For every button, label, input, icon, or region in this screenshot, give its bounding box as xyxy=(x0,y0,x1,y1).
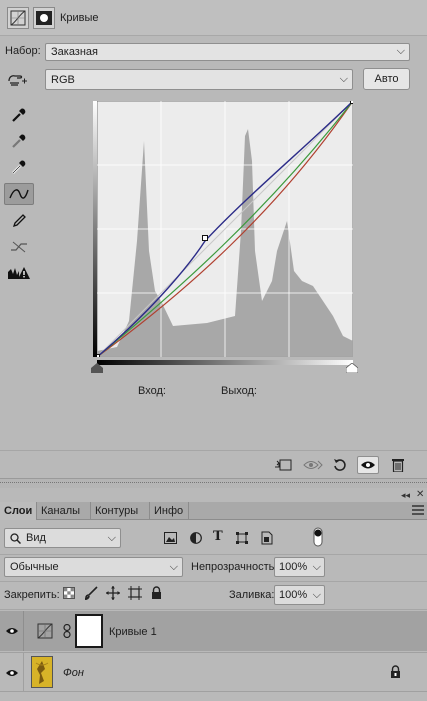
chevron-down-icon: ⌵ xyxy=(312,561,321,573)
lock-label: Закрепить: xyxy=(4,589,60,601)
tab-layers[interactable]: Слои xyxy=(0,502,37,520)
gray-point-eyedropper-icon[interactable] xyxy=(4,130,34,152)
channel-value: RGB xyxy=(51,73,75,86)
lock-all-icon[interactable] xyxy=(151,586,162,599)
preset-value: Заказная xyxy=(51,46,99,58)
output-label: Выход: xyxy=(221,385,257,397)
smart-object-filter-icon[interactable] xyxy=(261,531,273,545)
curve-control-point xyxy=(350,101,353,104)
adjustment-filter-icon[interactable] xyxy=(190,532,202,544)
curve-point-tool-icon[interactable] xyxy=(4,183,34,205)
link-chain-icon[interactable] xyxy=(63,624,71,638)
trash-icon[interactable] xyxy=(387,456,409,474)
curve-control-point xyxy=(97,354,100,357)
filter-toggle-icon[interactable] xyxy=(313,527,323,547)
layer-image-thumbnail[interactable] xyxy=(31,656,53,688)
eye-icon[interactable] xyxy=(5,626,19,636)
divider xyxy=(0,554,427,555)
pencil-draw-icon[interactable] xyxy=(4,210,34,232)
close-panel-icon[interactable]: ✕ xyxy=(416,489,424,500)
black-point-slider[interactable] xyxy=(91,363,103,373)
lock-position-icon[interactable] xyxy=(106,586,120,600)
shape-filter-icon[interactable] xyxy=(236,532,248,544)
white-point-eyedropper-icon[interactable] xyxy=(4,156,34,178)
view-previous-state-icon[interactable] xyxy=(302,456,324,474)
fill-input[interactable]: 100% ⌵ xyxy=(274,585,325,605)
black-point-eyedropper-icon[interactable] xyxy=(4,104,34,126)
chevron-down-icon: ⌵ xyxy=(312,589,321,601)
tab-channels[interactable]: Каналы xyxy=(37,502,91,520)
target-adjustment-hand-icon[interactable] xyxy=(6,72,28,88)
filter-kind-value: Вид xyxy=(26,532,46,544)
smooth-curve-icon[interactable] xyxy=(4,236,34,258)
clipping-warning-icon[interactable] xyxy=(4,262,34,284)
lock-transparent-pixels-icon[interactable] xyxy=(63,587,75,599)
panel-menu-icon[interactable] xyxy=(412,505,424,515)
layer-mask-thumbnail[interactable] xyxy=(75,614,103,648)
divider xyxy=(0,450,427,451)
toggle-visibility-icon[interactable] xyxy=(357,456,379,474)
chevron-down-icon: ⌵ xyxy=(339,73,348,85)
chevron-down-icon: ⌵ xyxy=(396,45,405,57)
grip-dots xyxy=(0,482,427,484)
filter-kind-select[interactable]: Вид ⌵ xyxy=(4,528,121,548)
preset-label: Набор: xyxy=(5,45,41,57)
divider xyxy=(0,609,427,610)
reset-icon[interactable] xyxy=(329,456,351,474)
opacity-input[interactable]: 100% ⌵ xyxy=(274,557,325,577)
tab-info[interactable]: Инфо xyxy=(150,502,189,520)
preset-select[interactable]: Заказная ⌵ xyxy=(45,43,410,61)
channel-select[interactable]: RGB ⌵ xyxy=(45,69,353,90)
lock-image-pixels-icon[interactable] xyxy=(84,586,98,600)
blend-mode-value: Обычные xyxy=(10,561,59,573)
lock-icon xyxy=(390,665,401,678)
white-point-slider[interactable] xyxy=(346,363,358,373)
type-filter-icon[interactable]: T xyxy=(213,529,223,544)
image-filter-icon[interactable] xyxy=(164,532,177,544)
input-gradient-bar xyxy=(97,360,353,365)
opacity-value: 100% xyxy=(279,561,308,573)
input-label: Вход: xyxy=(138,385,166,397)
panel-title: Кривые xyxy=(60,12,99,24)
layer-name[interactable]: Фон xyxy=(63,667,84,679)
curve-control-point xyxy=(202,235,208,241)
eye-icon[interactable] xyxy=(5,668,19,678)
curves-graph[interactable] xyxy=(97,101,353,357)
auto-button[interactable]: Авто xyxy=(363,68,410,90)
opacity-label: Непрозрачность: xyxy=(191,561,278,573)
search-icon xyxy=(10,532,21,544)
collapse-panel-icon[interactable]: ◂◂ xyxy=(401,490,410,501)
layer-mask-icon[interactable] xyxy=(33,7,55,29)
curves-adjustment-icon[interactable] xyxy=(7,7,29,29)
layer-name[interactable]: Кривые 1 xyxy=(109,626,157,638)
blend-mode-select[interactable]: Обычные ⌵ xyxy=(4,557,183,577)
chevron-down-icon: ⌵ xyxy=(169,561,178,573)
tab-paths[interactable]: Контуры xyxy=(91,502,150,520)
lock-artboard-icon[interactable] xyxy=(128,586,142,600)
curves-layer-icon xyxy=(37,623,53,639)
chevron-down-icon: ⌵ xyxy=(107,532,116,544)
clip-to-layer-icon[interactable] xyxy=(272,456,294,474)
divider xyxy=(0,581,427,582)
output-gradient-bar xyxy=(93,101,97,357)
fill-value: 100% xyxy=(279,589,308,601)
fill-label: Заливка: xyxy=(229,589,275,601)
